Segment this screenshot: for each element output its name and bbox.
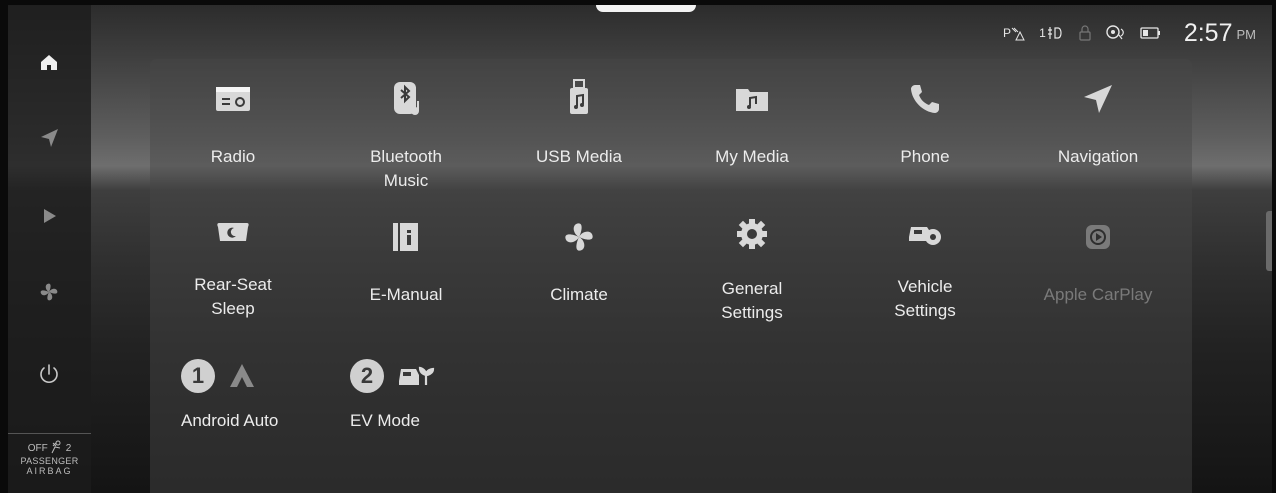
app-rear-seat-sleep[interactable]: Rear-Seat Sleep — [150, 197, 316, 318]
lock-icon — [1078, 24, 1092, 42]
infotainment-screen: OFF 2 PASSENGER AIRBAG P 1 2:57 PM Radio… — [8, 5, 1272, 493]
passenger-airbag-indicator: OFF 2 PASSENGER AIRBAG — [8, 433, 91, 493]
folder-music-icon — [736, 89, 768, 111]
phone-icon — [911, 85, 939, 113]
parking-sensor-icon: P — [1003, 24, 1027, 42]
audio-zone-indicator: 1 — [1039, 24, 1066, 42]
badge-1: 1 — [181, 359, 215, 393]
app-vehicle-settings[interactable]: Vehicle Settings — [842, 197, 1008, 320]
home-icon — [41, 55, 57, 70]
bluetooth-music-icon — [394, 82, 419, 115]
audio-zone-number: 1 — [1039, 26, 1046, 40]
app-apple-carplay[interactable]: Apple CarPlay — [1015, 197, 1181, 317]
navigation-icon — [1084, 85, 1112, 113]
badge-2: 2 — [350, 359, 384, 393]
app-e-manual-label: E-Manual — [369, 285, 443, 304]
fan-icon — [565, 223, 593, 251]
app-radio-label: Radio — [210, 147, 256, 166]
rear-seat-sleep-icon — [217, 223, 249, 241]
power-icon — [40, 364, 58, 383]
fan-icon — [40, 283, 58, 301]
media-play-icon — [44, 209, 56, 223]
app-e-manual[interactable]: E-Manual — [323, 197, 489, 317]
app-launcher-panel: Radio Bluetooth Music USB Media My Media… — [150, 59, 1192, 493]
navigation-arrow-icon — [41, 129, 58, 147]
app-navigation-label: Navigation — [1057, 147, 1139, 166]
radio-icon — [216, 87, 250, 111]
app-general-settings[interactable]: General Settings — [669, 197, 835, 322]
voice-assist-icon — [1104, 23, 1128, 43]
airbag-label-line2: AIRBAG — [26, 466, 73, 476]
app-ev-mode[interactable]: 2 EV Mode — [350, 359, 510, 449]
carplay-icon — [1086, 225, 1110, 249]
airbag-label-line1: PASSENGER — [20, 456, 79, 466]
app-usb-media[interactable]: USB Media — [496, 59, 662, 179]
app-android-auto[interactable]: 1 Android Auto — [181, 359, 341, 449]
rail-media-button[interactable] — [30, 197, 68, 235]
app-bluetooth-music-label: Bluetooth Music — [370, 147, 442, 190]
side-drawer-handle[interactable] — [1266, 211, 1272, 271]
app-phone-label: Phone — [900, 147, 950, 166]
app-radio[interactable]: Radio — [150, 59, 316, 179]
android-auto-icon — [230, 364, 254, 387]
svg-text:P: P — [1003, 26, 1011, 40]
app-vehicle-settings-label: Vehicle Settings — [894, 277, 956, 320]
app-ev-mode-label: EV Mode — [350, 411, 420, 430]
status-bar: P 1 2:57 PM — [1003, 19, 1256, 47]
airbag-seat-number: 2 — [65, 443, 72, 454]
rail-navigation-button[interactable] — [30, 119, 68, 157]
battery-icon — [1140, 26, 1162, 40]
app-my-media[interactable]: My Media — [669, 59, 835, 179]
rail-home-button[interactable] — [30, 43, 68, 81]
clock: 2:57 PM — [1184, 19, 1256, 48]
e-manual-icon — [393, 223, 418, 251]
clock-ampm: PM — [1236, 26, 1257, 42]
app-phone[interactable]: Phone — [842, 59, 1008, 179]
vehicle-settings-icon — [909, 227, 941, 245]
app-general-settings-label: General Settings — [721, 279, 783, 322]
app-android-auto-label: Android Auto — [181, 411, 279, 430]
audio-zone-icon — [1047, 27, 1062, 39]
ev-mode-icon — [399, 366, 435, 385]
app-apple-carplay-label: Apple CarPlay — [1043, 285, 1153, 304]
top-notch — [596, 5, 696, 12]
app-bluetooth-music[interactable]: Bluetooth Music — [323, 59, 489, 190]
app-rear-seat-sleep-label: Rear-Seat Sleep — [194, 275, 272, 318]
usb-media-icon — [570, 79, 588, 114]
app-climate-label: Climate — [550, 285, 608, 304]
app-climate[interactable]: Climate — [496, 197, 662, 317]
app-my-media-label: My Media — [715, 147, 789, 166]
clock-time: 2:57 — [1183, 18, 1233, 47]
app-navigation[interactable]: Navigation — [1015, 59, 1181, 179]
airbag-seat-icon — [51, 440, 61, 454]
left-rail: OFF 2 PASSENGER AIRBAG — [8, 5, 91, 493]
rail-climate-button[interactable] — [30, 273, 68, 311]
rail-power-button[interactable] — [30, 355, 68, 393]
app-usb-media-label: USB Media — [536, 147, 622, 166]
airbag-state: OFF — [27, 443, 48, 454]
gear-icon — [737, 219, 767, 249]
